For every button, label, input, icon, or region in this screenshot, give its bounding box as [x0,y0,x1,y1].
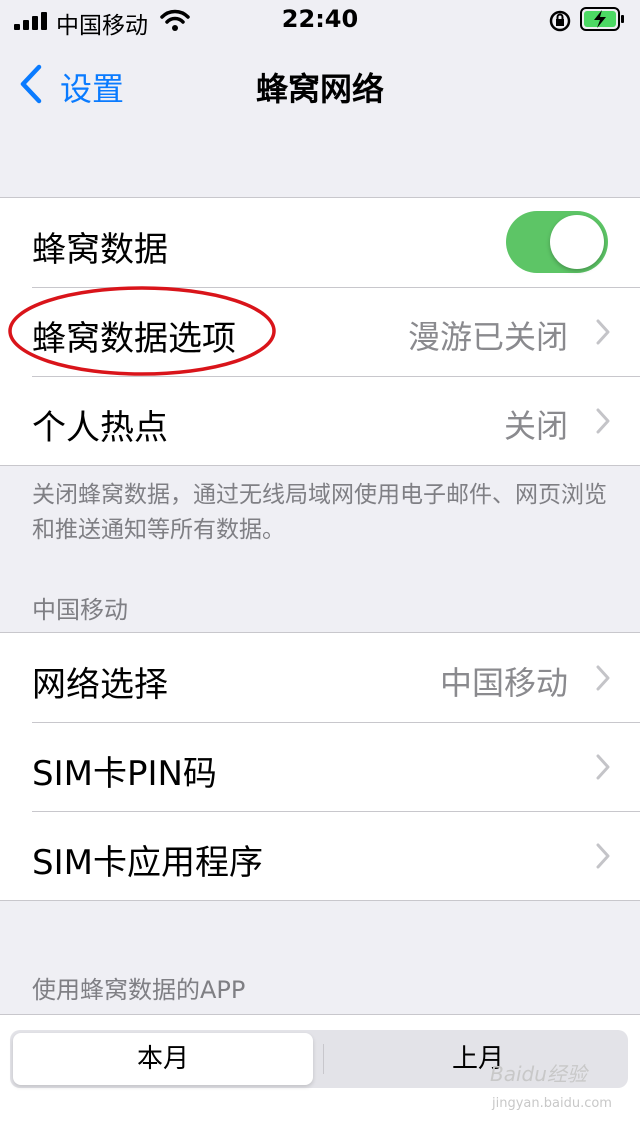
page-title: 蜂窝网络 [255,70,384,108]
chevron-right-icon [596,754,610,780]
status-time: 22:40 [281,5,359,33]
rotation-lock-icon [549,10,571,32]
chevron-right-icon [596,665,610,691]
chevron-right-icon [596,843,610,869]
sim-applications-label: SIM卡应用程序 [32,843,263,883]
chevron-right-icon [596,408,610,434]
segment-divider [323,1044,324,1074]
cellular-settings-group: 蜂窝数据 蜂窝数据选项 漫游已关闭 个人热点 关闭 [0,197,640,466]
segment-this-month[interactable]: 本月 [13,1033,313,1085]
apps-section-header: 使用蜂窝数据的APP [32,976,246,1004]
status-bar: 中国移动 22:40 [0,0,640,40]
cellular-data-options-value: 漫游已关闭 [407,318,568,356]
cellular-footer-note: 关闭蜂窝数据，通过无线局域网使用电子邮件、网页浏览和推送通知等所有数据。 [32,482,607,543]
carrier-section-header: 中国移动 [32,596,128,624]
personal-hotspot-value: 关闭 [503,407,568,445]
toggle-knob [550,215,604,269]
personal-hotspot-label: 个人热点 [32,408,168,448]
battery-charging-icon [580,7,624,31]
network-selection-value: 中国移动 [439,664,568,702]
network-selection-row[interactable]: 网络选择 中国移动 [0,633,640,722]
carrier-settings-group: 网络选择 中国移动 SIM卡PIN码 SIM卡应用程序 [0,632,640,901]
cellular-data-options-row[interactable]: 蜂窝数据选项 漫游已关闭 [0,287,640,376]
sim-applications-row[interactable]: SIM卡应用程序 [0,811,640,900]
cellular-data-options-label: 蜂窝数据选项 [32,319,236,359]
personal-hotspot-row[interactable]: 个人热点 关闭 [0,376,640,465]
watermark-logo: Baidu经验 [490,1062,587,1086]
network-selection-label: 网络选择 [32,665,168,705]
cellular-data-row: 蜂窝数据 [0,198,640,287]
chevron-right-icon [596,319,610,345]
sim-pin-row[interactable]: SIM卡PIN码 [0,722,640,811]
navigation-bar: 设置 蜂窝网络 [0,40,640,128]
sim-pin-label: SIM卡PIN码 [32,754,217,794]
cellular-data-label: 蜂窝数据 [32,230,168,270]
cellular-data-toggle[interactable] [506,211,608,273]
watermark-url: jingyan.baidu.com [492,1096,612,1111]
